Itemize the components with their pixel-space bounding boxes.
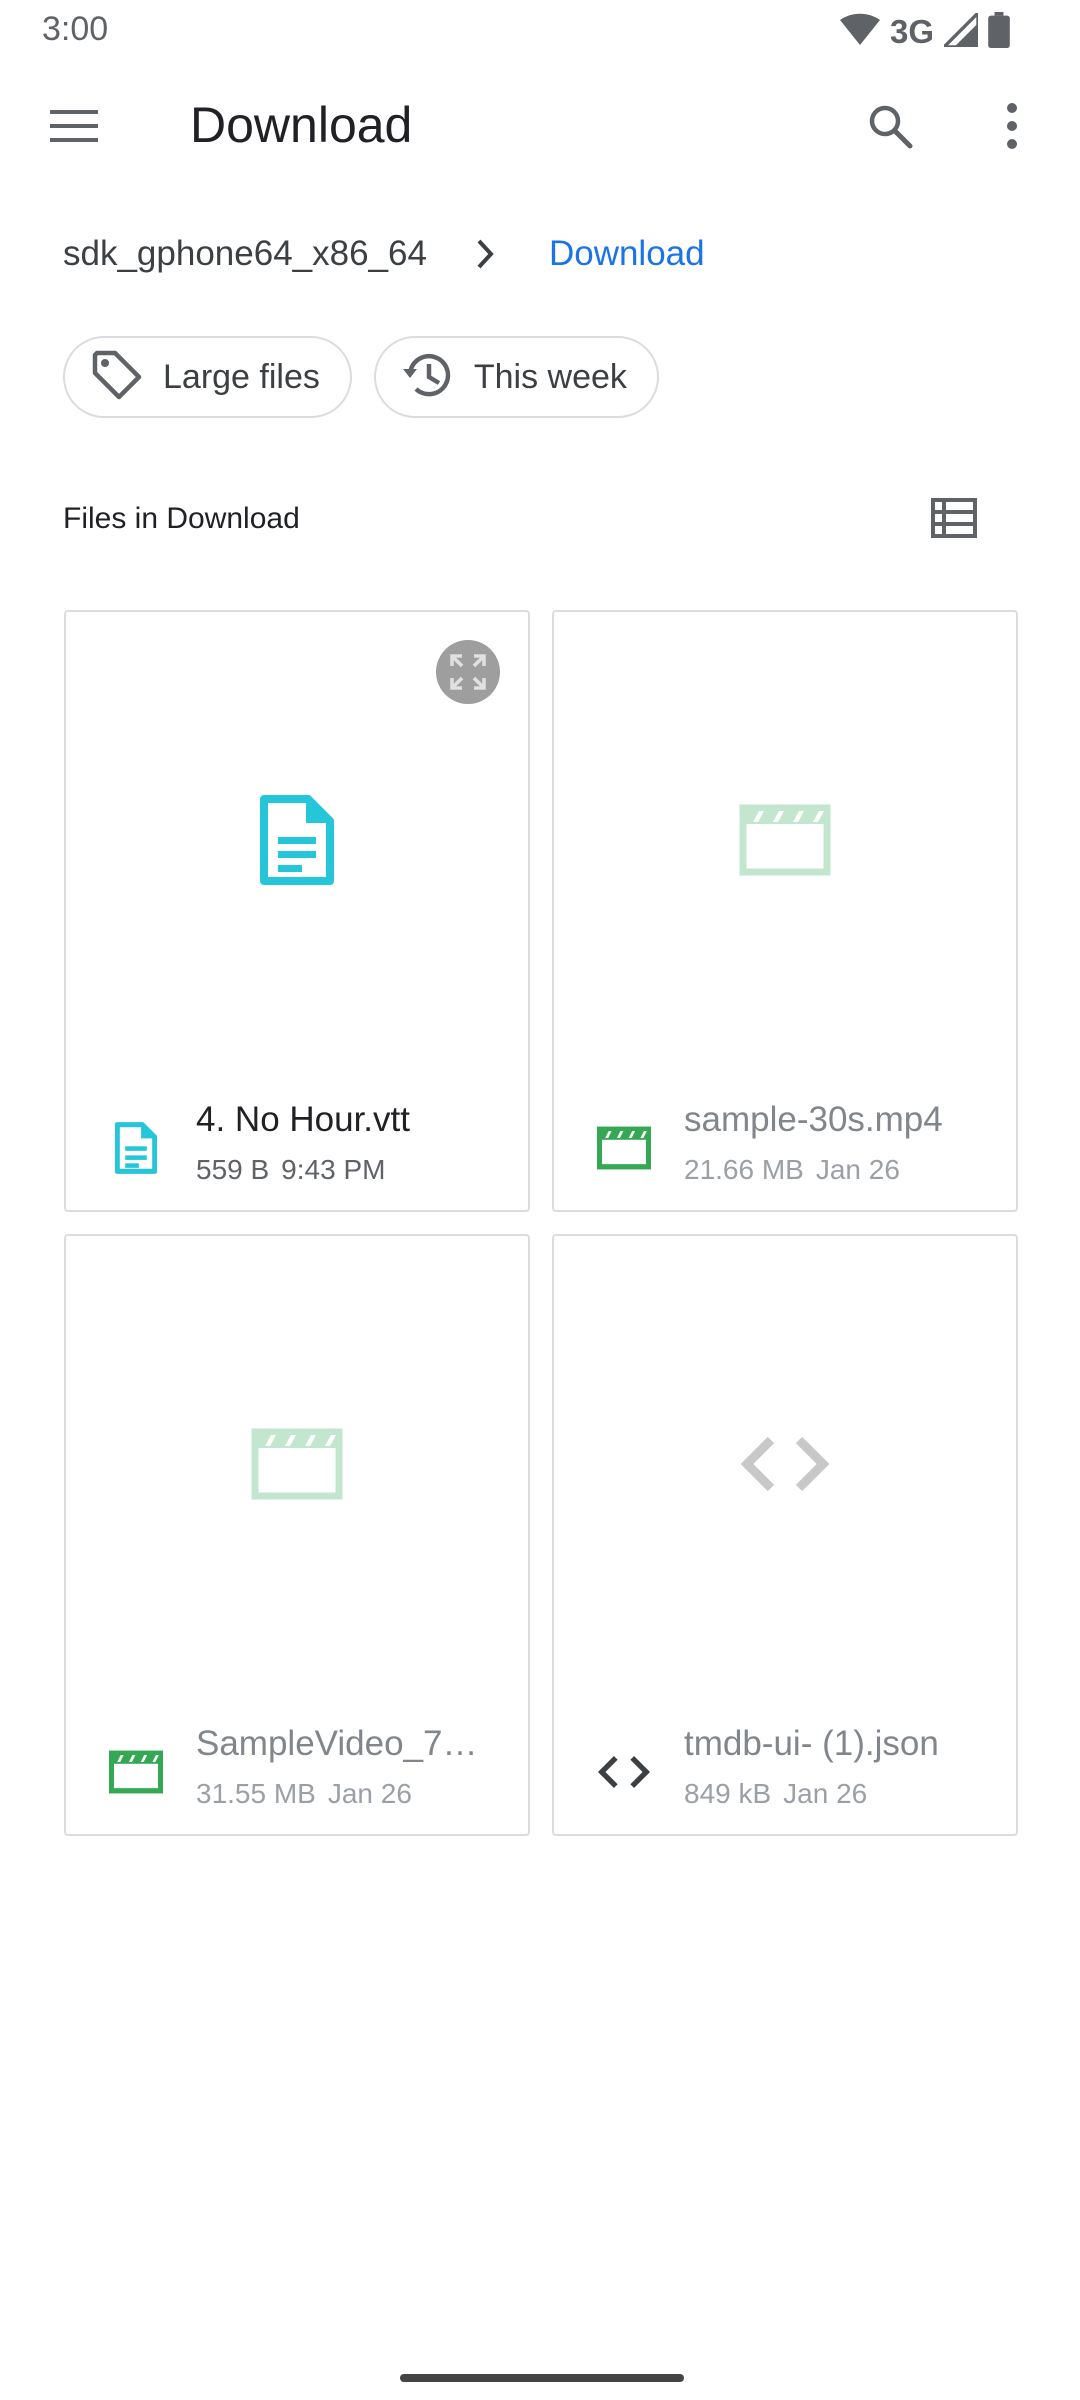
file-info: sample-30s.mp4 21.66 MB Jan 26 [554, 1100, 1016, 1200]
file-card[interactable]: sample-30s.mp4 21.66 MB Jan 26 [552, 610, 1018, 1212]
file-name: tmdb-ui- (1).json [684, 1724, 939, 1763]
document-icon [260, 794, 334, 890]
file-thumbnail [66, 1236, 528, 1696]
file-date: Jan 26 [327, 1778, 412, 1809]
file-name: 4. No Hour.vtt [196, 1100, 410, 1139]
chip-label: This week [473, 357, 627, 396]
expand-icon[interactable] [436, 640, 500, 704]
menu-icon[interactable] [38, 90, 110, 162]
file-meta: 21.66 MB Jan 26 [684, 1154, 900, 1186]
chevron-right-icon [455, 234, 515, 274]
status-bar: 3:00 3G [0, 0, 1080, 64]
status-icons: 3G [839, 8, 1010, 53]
file-card[interactable]: SampleVideo_7… 31.55 MB Jan 26 [64, 1234, 530, 1836]
file-date: Jan 26 [783, 1778, 868, 1809]
file-info: 4. No Hour.vtt 559 B 9:43 PM [66, 1100, 528, 1200]
filter-chips: Large files This week [63, 336, 659, 422]
file-name: SampleVideo_7… [196, 1724, 478, 1763]
breadcrumb-current[interactable]: Download [549, 234, 705, 274]
file-card[interactable]: tmdb-ui- (1).json 849 kB Jan 26 [552, 1234, 1018, 1836]
file-meta: 849 kB Jan 26 [684, 1778, 867, 1810]
breadcrumb-root[interactable]: sdk_gphone64_x86_64 [63, 234, 427, 274]
wifi-icon [839, 13, 880, 52]
list-view-icon[interactable] [924, 488, 984, 548]
history-icon [400, 347, 456, 408]
file-meta: 559 B 9:43 PM [196, 1154, 385, 1186]
file-info: SampleVideo_7… 31.55 MB Jan 26 [66, 1724, 528, 1824]
tag-icon [89, 347, 145, 408]
chip-this-week[interactable]: This week [373, 336, 659, 418]
code-icon [596, 1744, 652, 1800]
file-date: 9:43 PM [281, 1154, 386, 1185]
page-title: Download [190, 97, 413, 153]
file-thumbnail [554, 612, 1016, 1072]
file-size: 849 kB [684, 1778, 772, 1809]
breadcrumb: sdk_gphone64_x86_64 Download [63, 224, 705, 284]
video-icon [596, 1120, 652, 1176]
files-app-screen: 3:00 3G Download sdk_gphone64_x86_64 Dow… [0, 0, 1080, 2400]
file-size: 21.66 MB [684, 1154, 804, 1185]
document-icon [108, 1120, 164, 1176]
file-date: Jan 26 [815, 1154, 900, 1185]
more-options-icon[interactable] [976, 90, 1048, 162]
file-size: 559 B [196, 1154, 270, 1185]
battery-icon [988, 11, 1010, 53]
file-thumbnail [554, 1236, 1016, 1696]
gesture-nav-handle[interactable] [400, 2374, 684, 2382]
chip-label: Large files [163, 357, 320, 396]
file-meta: 31.55 MB Jan 26 [196, 1778, 412, 1810]
search-icon[interactable] [854, 90, 926, 162]
file-card[interactable]: 4. No Hour.vtt 559 B 9:43 PM [64, 610, 530, 1212]
signal-icon [939, 8, 980, 52]
network-type: 3G [889, 13, 934, 50]
video-icon [739, 804, 831, 881]
video-icon [251, 1428, 343, 1505]
section-title: Files in Download [63, 502, 300, 535]
file-info: tmdb-ui- (1).json 849 kB Jan 26 [554, 1724, 1016, 1824]
top-app-bar: Download [0, 64, 1080, 188]
status-time: 3:00 [42, 10, 109, 48]
code-icon [739, 1434, 831, 1499]
file-size: 31.55 MB [196, 1778, 316, 1809]
chip-large-files[interactable]: Large files [63, 336, 352, 418]
video-icon [108, 1744, 164, 1800]
file-name: sample-30s.mp4 [684, 1100, 943, 1139]
